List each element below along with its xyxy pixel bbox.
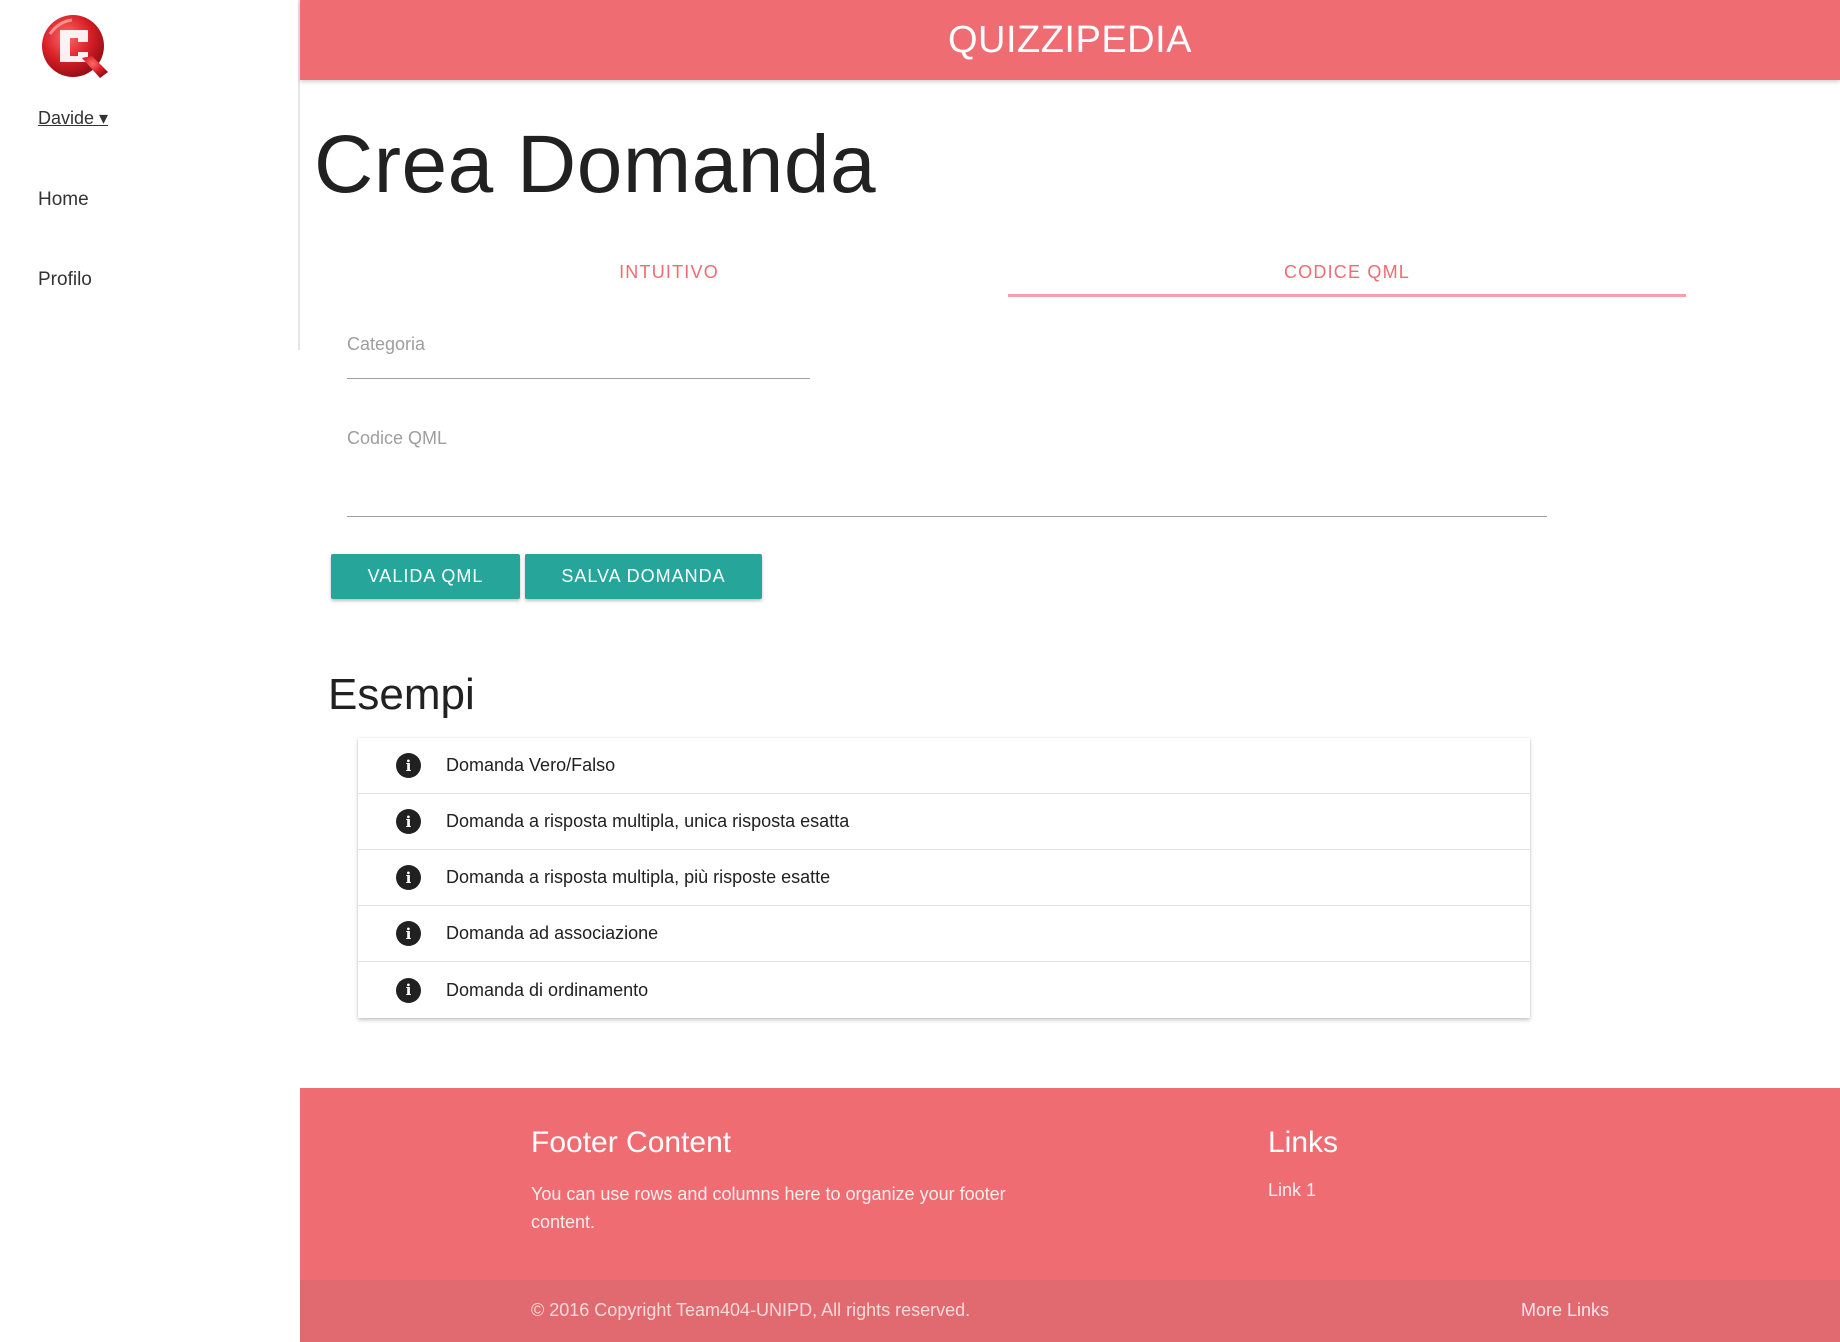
active-tab-indicator [1008,294,1686,297]
salva-domanda-button[interactable]: SALVA DOMANDA [525,554,762,599]
sidebar: Davide ▾ Home Profilo [0,0,300,350]
example-ordinamento[interactable]: i Domanda di ordinamento [358,962,1530,1018]
list-item-label: Domanda ad associazione [446,923,659,943]
codice-qml-textarea[interactable] [347,457,1547,517]
user-dropdown[interactable]: Davide ▾ [38,108,108,129]
more-links-link[interactable]: More Links [1521,1300,1609,1321]
example-multipla-unica[interactable]: i Domanda a risposta multipla, unica ris… [358,794,1530,850]
codice-qml-label: Codice QML [347,428,448,448]
info-icon: i [396,753,421,778]
categoria-label: Categoria [347,334,426,354]
list-item-label: Domanda di ordinamento [446,979,649,1000]
valida-qml-button[interactable]: VALIDA QML [331,554,520,599]
info-icon: i [396,921,421,946]
tab-intuitivo[interactable]: INTUITIVO [330,246,1008,298]
footer-links-title: Links [1268,1126,1339,1159]
list-item-label: Domanda a risposta multipla, unica rispo… [446,811,850,831]
top-header: QUIZZIPEDIA [300,0,1840,80]
footer-content-text: You can use rows and columns here to org… [531,1184,1006,1232]
examples-list: i Domanda Vero/Falso i Domanda a rispost… [358,738,1530,1018]
sidebar-item-profilo[interactable]: Profilo [38,269,92,291]
categoria-field: Categoria [347,334,810,379]
categoria-input[interactable] [347,369,810,379]
tab-codice-qml[interactable]: CODICE QML [1008,246,1686,298]
page-footer: Footer Content You can use rows and colu… [300,1088,1840,1342]
info-icon: i [396,865,421,890]
list-item-label: Domanda a risposta multipla, più rispost… [446,867,831,887]
footer-copyright-bar: © 2016 Copyright Team404-UNIPD, All righ… [300,1280,1840,1342]
info-icon: i [396,977,421,1003]
list-item-label: Domanda Vero/Falso [446,755,616,775]
esempi-title: Esempi [328,670,475,719]
codice-qml-field: Codice QML [347,428,1547,517]
footer-link-1[interactable]: Link 1 [1268,1180,1316,1201]
quizzipedia-logo-icon[interactable] [38,12,112,84]
info-icon: i [396,809,421,834]
tabs: INTUITIVO CODICE QML [330,246,1686,298]
sidebar-item-home[interactable]: Home [38,189,89,211]
page-title: Crea Domanda [314,119,877,210]
example-vero-falso[interactable]: i Domanda Vero/Falso [358,738,1530,794]
footer-content-title: Footer Content [531,1126,732,1159]
example-multipla-piu[interactable]: i Domanda a risposta multipla, più rispo… [358,850,1530,906]
brand-title[interactable]: QUIZZIPEDIA [948,19,1192,62]
example-associazione[interactable]: i Domanda ad associazione [358,906,1530,962]
copyright-text: © 2016 Copyright Team404-UNIPD, All righ… [531,1300,971,1320]
